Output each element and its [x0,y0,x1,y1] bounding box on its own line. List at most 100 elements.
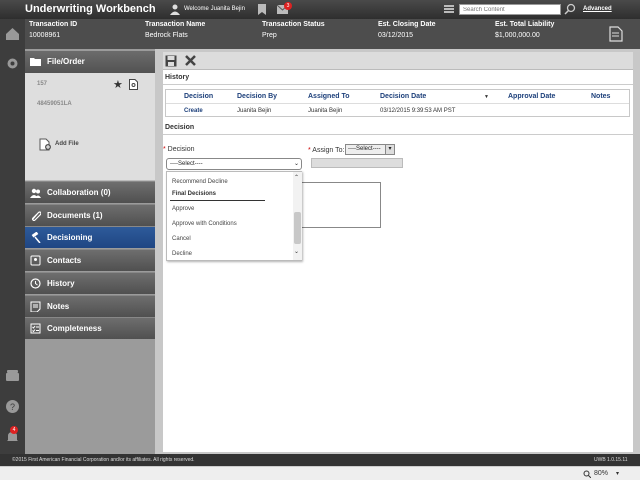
nav-item-documents[interactable]: Documents (1) [25,203,155,226]
welcome-text: Welcome Juanita Bejin [184,6,245,12]
nav-item-collaboration[interactable]: Collaboration (0) [25,181,155,203]
assign-to-field[interactable] [311,158,403,168]
option-recommend-decline[interactable]: Recommend Decline [172,179,228,185]
phone-icon[interactable] [5,368,20,383]
add-file-label: Add File [55,141,79,147]
comments-textarea[interactable] [299,182,381,228]
decision-title: Decision [165,124,195,131]
star-icon[interactable]: ★ [113,78,123,91]
history-title: History [165,74,190,81]
footer: ©2015 First American Financial Corporati… [0,454,640,466]
gavel-icon [31,232,41,244]
chevron-down-icon[interactable]: ▾ [616,470,619,477]
nav-item-notes[interactable]: Notes [25,294,155,317]
nav-item-label: Contacts [47,256,82,266]
closing-date-label: Est. Closing Date [378,21,436,28]
zoom-icon[interactable] [583,470,591,478]
row-decision[interactable]: Create [184,108,203,114]
search-icon[interactable] [564,3,576,15]
svg-text:?: ? [10,402,15,412]
col-decision[interactable]: Decision [184,93,213,100]
notes-icon [30,301,41,312]
transaction-status-value: Prep [262,32,277,39]
gear-icon[interactable] [5,56,20,71]
transaction-name-label: Transaction Name [145,21,206,28]
checklist-icon [30,323,41,334]
col-decision-date[interactable]: Decision Date [380,93,426,100]
total-liability-label: Est. Total Liability [495,21,555,28]
add-file-button[interactable]: Add File [37,137,145,153]
transaction-status-label: Transaction Status [262,21,325,28]
close-icon[interactable] [184,54,197,67]
nav-item-history[interactable]: History [25,271,155,294]
transaction-id-label: Transaction ID [29,21,78,28]
option-decline[interactable]: Decline [172,251,192,257]
browser-status-bar: 80% ▾ [0,466,640,480]
decision-select[interactable]: ----Select---- ⌄ [166,158,302,170]
dropdown-scrollbar[interactable]: ⌃ ⌄ [293,172,302,260]
nav-file-order-label: File/Order [47,57,85,66]
col-assigned-to[interactable]: Assigned To [308,93,349,100]
option-approve[interactable]: Approve [172,206,194,212]
assign-to-select-value: ----Select---- [348,146,381,152]
add-file-icon [39,138,51,151]
file-order-panel: 157 ★ 48459051LA Add File [25,73,155,181]
contacts-icon [30,255,41,266]
help-icon[interactable]: ? [5,399,20,414]
nav-item-label: Decisioning [47,233,93,243]
nav-item-label: Completeness [47,324,102,334]
home-icon[interactable] [5,26,20,41]
option-cancel[interactable]: Cancel [172,236,191,242]
clock-icon [30,278,41,289]
transaction-name: Transaction Name Bedrock Flats [145,21,205,39]
version-text: UWB 1.0.15.11 [594,457,628,463]
search-input[interactable] [459,4,561,15]
sort-desc-icon[interactable]: ▼ [484,94,489,100]
row-decision-by: Juanita Bejin [237,108,272,114]
option-approve-with-conditions[interactable]: Approve with Conditions [172,221,237,227]
advanced-search-link[interactable]: Advanced [583,6,612,12]
nav-item-completeness[interactable]: Completeness [25,317,155,340]
toolbar [163,52,633,70]
file-number[interactable]: 157 [37,81,47,87]
decision-label: * Decision [163,146,195,153]
nav-item-contacts[interactable]: Contacts [25,249,155,272]
decision-select-value: ----Select---- [170,161,203,167]
scrollbar-thumb[interactable] [294,212,301,244]
nav-item-label: History [47,278,75,288]
user-icon[interactable] [170,4,180,15]
col-notes[interactable]: Notes [591,93,610,100]
header-divider [166,103,629,104]
total-liability: Est. Total Liability $1,000,000.00 [495,21,554,39]
icon-rail: ? [0,19,25,454]
list-menu-icon[interactable] [444,4,454,14]
history-table: Decision Decision By Assigned To Decisio… [165,89,630,117]
notification-count-badge: 4 [10,426,18,434]
nav-item-decisioning[interactable]: Decisioning [25,226,155,249]
decision-label-text: Decision [167,146,195,153]
nav-item-label: Documents (1) [47,210,103,220]
scroll-up-icon[interactable]: ⌃ [294,174,299,181]
chevron-down-icon: ⌄ [293,161,299,167]
assign-to-label-text: Assign To: [312,147,345,154]
document-edit-icon[interactable] [609,26,623,42]
col-decision-by[interactable]: Decision By [237,93,277,100]
save-icon[interactable] [165,55,177,67]
assign-to-select[interactable]: ----Select---- ▾ [345,144,395,155]
row-assigned-to: Juanita Bejin [308,108,343,114]
content-area: History Decision Decision By Assigned To… [163,52,633,452]
closing-date-value: 03/12/2015 [378,32,414,39]
order-number[interactable]: 48459051LA [37,101,72,107]
people-icon [30,188,41,198]
nav-file-order[interactable]: File/Order [25,51,155,73]
app-title: Underwriting Workbench [25,3,156,15]
zoom-level[interactable]: 80% [594,470,608,477]
row-decision-date: 03/12/2015 9:39:53 AM PST [380,108,456,114]
scroll-down-icon[interactable]: ⌄ [294,248,299,255]
col-approval-date[interactable]: Approval Date [508,93,555,100]
bookmark-icon[interactable] [258,4,266,15]
pdf-icon[interactable] [129,79,138,90]
mail-count-badge: 3 [284,2,292,10]
closing-date: Est. Closing Date 03/12/2015 [378,21,436,39]
main-panel: History Decision Decision By Assigned To… [155,49,640,454]
